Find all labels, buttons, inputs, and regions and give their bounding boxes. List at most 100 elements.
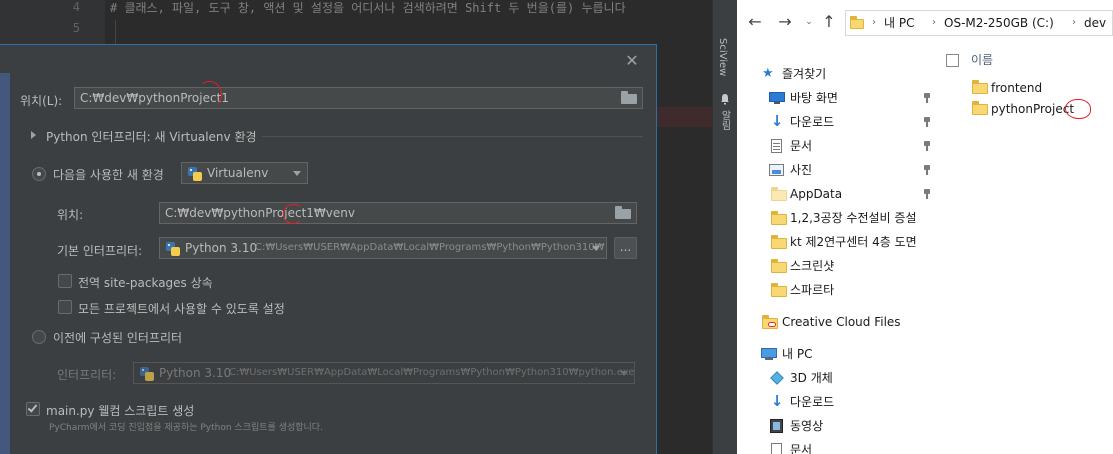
- nav-item-screenshots[interactable]: 스크린샷: [737, 254, 937, 278]
- welcome-script-checkbox[interactable]: [26, 402, 40, 416]
- folder-icon: [771, 211, 787, 225]
- nav-item-3d-objects[interactable]: 3D 개체: [737, 366, 937, 390]
- breadcrumb-drive[interactable]: OS-M2-250GB (C:): [944, 11, 1054, 35]
- nav-item-label: 문서: [790, 443, 813, 454]
- inherit-site-packages-checkbox[interactable]: [58, 274, 72, 288]
- expand-arrow-icon[interactable]: [31, 131, 36, 139]
- nav-item-label: 스파르타: [790, 283, 835, 297]
- select-all-checkbox[interactable]: [946, 54, 959, 67]
- existing-interpreter-radio[interactable]: [32, 330, 46, 344]
- nav-item-folder[interactable]: kt 제2연구센터 4층 도면: [737, 230, 937, 254]
- code-comment-line[interactable]: # 클래스, 파일, 도구 창, 액션 및 설정을 어디서나 검색하려면 Shi…: [110, 0, 626, 16]
- chevron-down-icon: [620, 371, 628, 376]
- venv-location-label: 위치:: [57, 208, 84, 222]
- folder-icon: [771, 259, 787, 273]
- make-available-checkbox[interactable]: [58, 300, 72, 314]
- interpreter-section-title[interactable]: Python 인터프리터: 새 Virtualenv 환경: [46, 128, 257, 145]
- back-arrow-icon[interactable]: ←: [745, 12, 765, 32]
- base-interpreter-path: C:₩Users₩USER₩AppData₩Local₩Programs₩Pyt…: [255, 242, 605, 253]
- file-explorer-window: ← → ⌄ ↑ › 내 PC › OS-M2-250GB (C:) › dev …: [737, 0, 1113, 454]
- close-icon[interactable]: ✕: [622, 51, 642, 71]
- env-tool-select[interactable]: Virtualenv: [181, 162, 308, 184]
- nav-item-label: 스크린샷: [790, 259, 835, 273]
- nav-quick-access-label: 즐겨찾기: [782, 67, 827, 81]
- nav-item-label: 동영상: [790, 419, 824, 433]
- picture-icon: [769, 163, 785, 177]
- venv-location-value: C:₩dev₩pythonProject1₩venv: [165, 206, 355, 220]
- nav-item-downloads[interactable]: ↓ 다운로드: [737, 110, 937, 134]
- breadcrumb-separator: ›: [932, 17, 936, 28]
- new-env-radio-label: 다음을 사용한 새 환경: [53, 168, 164, 182]
- indent-guide: [115, 20, 116, 44]
- inherit-site-packages-label: 전역 site-packages 상속: [78, 276, 213, 290]
- new-env-radio[interactable]: [32, 167, 46, 181]
- nav-item-videos[interactable]: 동영상: [737, 414, 937, 438]
- up-arrow-icon[interactable]: ↑: [819, 12, 839, 32]
- name-column-header[interactable]: 이름: [971, 51, 993, 68]
- download-icon: ↓: [770, 392, 784, 410]
- nav-item-appdata[interactable]: AppData: [737, 182, 937, 206]
- new-project-dialog: ✕ 위치(L): C:₩dev₩pythonProject1 Python 인터…: [0, 44, 657, 454]
- location-input[interactable]: C:₩dev₩pythonProject1: [74, 87, 643, 109]
- nav-item-sparta[interactable]: 스파르타: [737, 278, 937, 302]
- nav-creative-cloud[interactable]: Creative Cloud Files: [737, 310, 937, 334]
- pin-icon: [923, 93, 931, 103]
- star-icon: ★: [762, 66, 774, 81]
- pin-icon: [923, 117, 931, 127]
- folder-icon[interactable]: [621, 91, 637, 104]
- nav-item-desktop[interactable]: 바탕 화면: [737, 86, 937, 110]
- document-icon: [770, 443, 786, 454]
- existing-interpreter-version: Python 3.10: [159, 366, 232, 380]
- nav-item-documents[interactable]: 문서: [737, 134, 937, 158]
- computer-icon: [761, 347, 777, 361]
- address-bar[interactable]: › 내 PC › OS-M2-250GB (C:) › dev: [845, 10, 1113, 36]
- sciview-tool-button[interactable]: SciView: [717, 38, 728, 76]
- forward-arrow-icon[interactable]: →: [775, 12, 795, 32]
- welcome-script-label: main.py 웰컴 스크립트 생성: [46, 404, 195, 418]
- breadcrumb-dev[interactable]: dev: [1084, 11, 1106, 35]
- breadcrumb-this-pc[interactable]: 내 PC: [884, 11, 914, 35]
- nav-item-documents-pc[interactable]: 문서: [737, 438, 937, 454]
- nav-item-folder[interactable]: 1,2,3공장 수전설비 증설: [737, 206, 937, 230]
- nav-item-label: 다운로드: [790, 115, 835, 129]
- download-icon: ↓: [770, 112, 784, 130]
- notifications-tool-button[interactable]: 알림: [717, 110, 732, 130]
- red-annotation-mark: [1065, 99, 1091, 119]
- explorer-nav-bar: ← → ⌄ ↑ › 내 PC › OS-M2-250GB (C:) › dev: [737, 0, 1113, 46]
- nav-item-pictures[interactable]: 사진: [737, 158, 937, 182]
- red-annotation-mark: [200, 81, 222, 107]
- nav-item-label: 문서: [790, 139, 813, 153]
- chevron-down-icon: [592, 246, 600, 251]
- folder-icon: [771, 187, 787, 201]
- venv-location-input[interactable]: C:₩dev₩pythonProject1₩venv: [159, 202, 637, 224]
- red-annotation-mark: [283, 204, 303, 224]
- bell-icon[interactable]: [719, 93, 731, 105]
- folder-icon: [850, 16, 866, 29]
- creative-cloud-icon: [762, 315, 778, 329]
- nav-this-pc[interactable]: 내 PC: [737, 342, 937, 366]
- nav-item-downloads-pc[interactable]: ↓ 다운로드: [737, 390, 937, 414]
- nav-quick-access[interactable]: ★ 즐겨찾기: [737, 62, 937, 86]
- file-name: pythonProject: [991, 102, 1075, 116]
- dialog-left-panel-edge: [0, 73, 10, 454]
- nav-item-label: 다운로드: [790, 395, 835, 409]
- folder-icon[interactable]: [615, 206, 631, 219]
- location-label: 위치(L):: [20, 94, 63, 108]
- nav-item-label: AppData: [790, 187, 843, 201]
- file-list: 이름 frontend pythonProject: [937, 46, 1113, 454]
- nav-this-pc-label: 내 PC: [782, 347, 813, 361]
- nav-item-label: 3D 개체: [790, 371, 833, 385]
- python-icon: [140, 367, 154, 381]
- chevron-down-icon: [293, 171, 301, 176]
- make-available-label: 모든 프로젝트에서 사용할 수 있도록 설정: [78, 302, 285, 316]
- recent-locations-chevron-icon[interactable]: ⌄: [799, 12, 819, 32]
- base-interpreter-select[interactable]: Python 3.10 C:₩Users₩USER₩AppData₩Local₩…: [159, 237, 607, 259]
- browse-interpreter-button[interactable]: ...: [614, 237, 637, 259]
- file-row-frontend[interactable]: frontend: [937, 77, 1113, 99]
- existing-interpreter-select[interactable]: Python 3.10 C:₩Users₩USER₩AppData₩Local₩…: [133, 362, 635, 384]
- base-interpreter-label: 기본 인터프리터:: [57, 244, 143, 258]
- line-number: 5: [72, 21, 80, 35]
- error-line-highlight: [655, 107, 712, 127]
- nav-item-label: 사진: [790, 163, 813, 177]
- nav-creative-cloud-label: Creative Cloud Files: [782, 315, 901, 329]
